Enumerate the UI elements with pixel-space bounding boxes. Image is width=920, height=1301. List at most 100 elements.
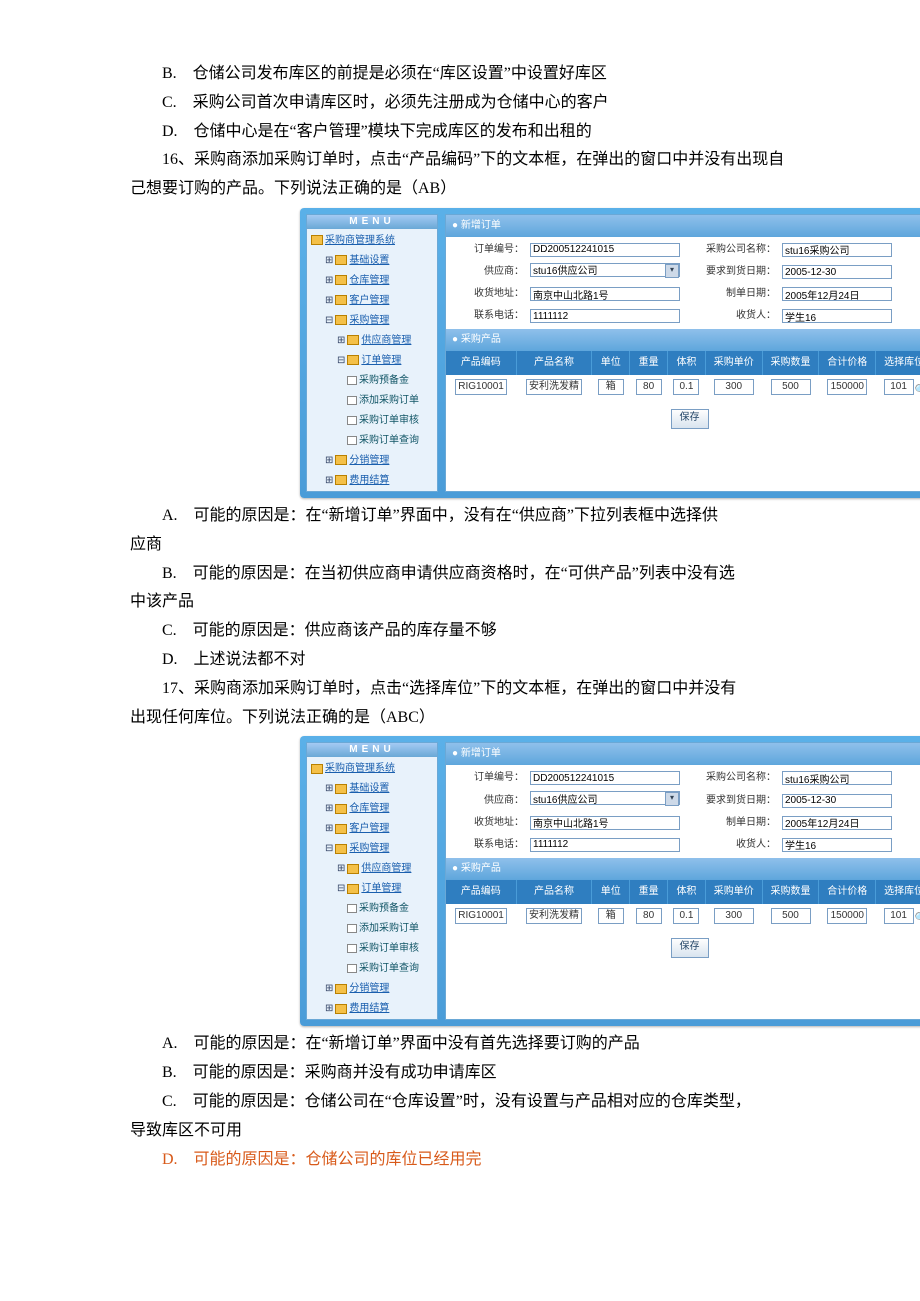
input-company[interactable]: [782, 243, 892, 257]
input-recv[interactable]: [782, 309, 892, 323]
order-form: 订单编号： 采购公司名称： 供应商： ▾ 要求到货日期： 收货地址： 制单日期：…: [446, 237, 920, 330]
lbl-supplier: 供应商：: [454, 792, 524, 810]
sidebar-item-distribute[interactable]: ⊞分销管理: [307, 451, 437, 471]
folder-icon: [335, 984, 347, 994]
sidebar-item-stats[interactable]: ⊞统计分析: [307, 1019, 437, 1020]
sidebar-item-stats[interactable]: ⊞统计分析: [307, 491, 437, 492]
sidebar-item-supplier[interactable]: ⊞供应商管理: [307, 331, 437, 351]
sidebar-item-add-order[interactable]: 添加采购订单: [307, 391, 437, 411]
table-row: RIG10001 安利洗发精 箱 80 0.1 300 500 150000 1…: [446, 904, 920, 928]
table-header-row: 产品编码 产品名称 单位 重量 体积 采购单价 采购数量 合计价格 选择库位: [446, 880, 920, 904]
cell-price[interactable]: 300: [714, 908, 754, 924]
product-table: 产品编码 产品名称 单位 重量 体积 采购单价 采购数量 合计价格 选择库位 R…: [446, 880, 920, 928]
input-made[interactable]: [782, 287, 892, 301]
folder-icon: [335, 255, 347, 265]
input-tel[interactable]: [530, 309, 680, 323]
cell-name[interactable]: 安利洗发精: [526, 908, 582, 924]
cell-code[interactable]: RIG10001: [455, 908, 507, 924]
select-supplier[interactable]: [530, 263, 680, 277]
order-form: 订单编号： 采购公司名称： 供应商： ▾ 要求到货日期： 收货地址： 制单日期：…: [446, 765, 920, 858]
sidebar-item-query[interactable]: 采购订单查询: [307, 431, 437, 451]
folder-icon: [335, 315, 347, 325]
sidebar-item-customer[interactable]: ⊞客户管理: [307, 819, 437, 839]
sidebar-item-add-order[interactable]: 添加采购订单: [307, 919, 437, 939]
sidebar-item-customer[interactable]: ⊞客户管理: [307, 291, 437, 311]
sidebar-item-purchase[interactable]: ⊟采购管理: [307, 839, 437, 859]
lbl-addr: 收货地址：: [454, 285, 524, 303]
th-loc: 选择库位: [876, 880, 920, 904]
sidebar-item-warehouse[interactable]: ⊞仓库管理: [307, 799, 437, 819]
sidebar-item-warehouse[interactable]: ⊞仓库管理: [307, 271, 437, 291]
save-button[interactable]: 保存: [671, 938, 709, 958]
search-icon[interactable]: 🔍: [915, 910, 920, 920]
panel-header-new-order: ● 新增订单: [446, 743, 920, 765]
sidebar-item-deposit[interactable]: 采购预备金: [307, 899, 437, 919]
cell-qty[interactable]: 500: [771, 379, 811, 395]
cell-loc[interactable]: 101: [884, 379, 914, 395]
sidebar-item-order[interactable]: ⊟订单管理: [307, 351, 437, 371]
q17-opt-d: D. 可能的原因是：仓储公司的库位已经用完: [130, 1146, 790, 1175]
cell-vol[interactable]: 0.1: [673, 379, 699, 395]
q16-opt-d: D. 上述说法都不对: [130, 646, 790, 675]
input-made[interactable]: [782, 816, 892, 830]
th-weight: 重量: [630, 351, 668, 375]
sidebar-root[interactable]: 采购商管理系统: [307, 231, 437, 251]
select-supplier[interactable]: [530, 791, 680, 805]
save-button[interactable]: 保存: [671, 409, 709, 429]
cell-unit[interactable]: 箱: [598, 908, 624, 924]
search-icon[interactable]: 🔍: [915, 382, 920, 392]
sidebar-item-supplier[interactable]: ⊞供应商管理: [307, 859, 437, 879]
sidebar-item-query[interactable]: 采购订单查询: [307, 959, 437, 979]
input-arrive[interactable]: [782, 794, 892, 808]
sidebar-item-deposit[interactable]: 采购预备金: [307, 371, 437, 391]
sidebar-item-fee[interactable]: ⊞费用结算: [307, 999, 437, 1019]
cell-vol[interactable]: 0.1: [673, 908, 699, 924]
input-tel[interactable]: [530, 838, 680, 852]
folder-icon: [347, 884, 359, 894]
sidebar-item-basic[interactable]: ⊞基础设置: [307, 251, 437, 271]
input-addr[interactable]: [530, 287, 680, 301]
input-orderno[interactable]: [530, 771, 680, 785]
input-addr[interactable]: [530, 816, 680, 830]
input-recv[interactable]: [782, 838, 892, 852]
cell-weight[interactable]: 80: [636, 908, 662, 924]
sidebar-item-order[interactable]: ⊟订单管理: [307, 879, 437, 899]
cell-name[interactable]: 安利洗发精: [526, 379, 582, 395]
lbl-arrive: 要求到货日期：: [686, 263, 776, 281]
main-panel: ● 新增订单 订单编号： 采购公司名称： 供应商： ▾ 要求到货日期： 收货地址…: [445, 214, 920, 492]
cell-loc[interactable]: 101: [884, 908, 914, 924]
cell-weight[interactable]: 80: [636, 379, 662, 395]
th-name: 产品名称: [516, 351, 592, 375]
input-arrive[interactable]: [782, 265, 892, 279]
q16-opt-c: C. 可能的原因是：供应商该产品的库存量不够: [130, 617, 790, 646]
sidebar-item-audit[interactable]: 采购订单审核: [307, 411, 437, 431]
th-total: 合计价格: [819, 880, 876, 904]
folder-icon: [311, 235, 323, 245]
cell-code[interactable]: RIG10001: [455, 379, 507, 395]
lbl-orderno: 订单编号：: [454, 241, 524, 259]
folder-icon: [335, 295, 347, 305]
cell-total: 150000: [827, 379, 867, 395]
th-loc: 选择库位: [876, 351, 920, 375]
sidebar-item-purchase[interactable]: ⊟采购管理: [307, 311, 437, 331]
chevron-down-icon[interactable]: ▾: [665, 792, 679, 806]
folder-icon: [335, 1004, 347, 1014]
sidebar-root[interactable]: 采购商管理系统: [307, 759, 437, 779]
th-total: 合计价格: [819, 351, 876, 375]
chevron-down-icon[interactable]: ▾: [665, 264, 679, 278]
th-code: 产品编码: [446, 880, 516, 904]
sidebar-item-distribute[interactable]: ⊞分销管理: [307, 979, 437, 999]
cell-qty[interactable]: 500: [771, 908, 811, 924]
input-company[interactable]: [782, 771, 892, 785]
sidebar-item-fee[interactable]: ⊞费用结算: [307, 471, 437, 491]
panel-header-new-order: ● 新增订单: [446, 215, 920, 237]
sidebar-item-basic[interactable]: ⊞基础设置: [307, 779, 437, 799]
cell-price[interactable]: 300: [714, 379, 754, 395]
folder-icon: [347, 335, 359, 345]
sidebar-item-audit[interactable]: 采购订单审核: [307, 939, 437, 959]
cell-unit[interactable]: 箱: [598, 379, 624, 395]
q17-opt-b: B. 可能的原因是：采购商并没有成功申请库区: [130, 1059, 790, 1088]
sidebar-title: MENU: [307, 743, 437, 757]
q16-opt-a-l1: A. 可能的原因是：在“新增订单”界面中，没有在“供应商”下拉列表框中选择供: [130, 502, 790, 531]
input-orderno[interactable]: [530, 243, 680, 257]
